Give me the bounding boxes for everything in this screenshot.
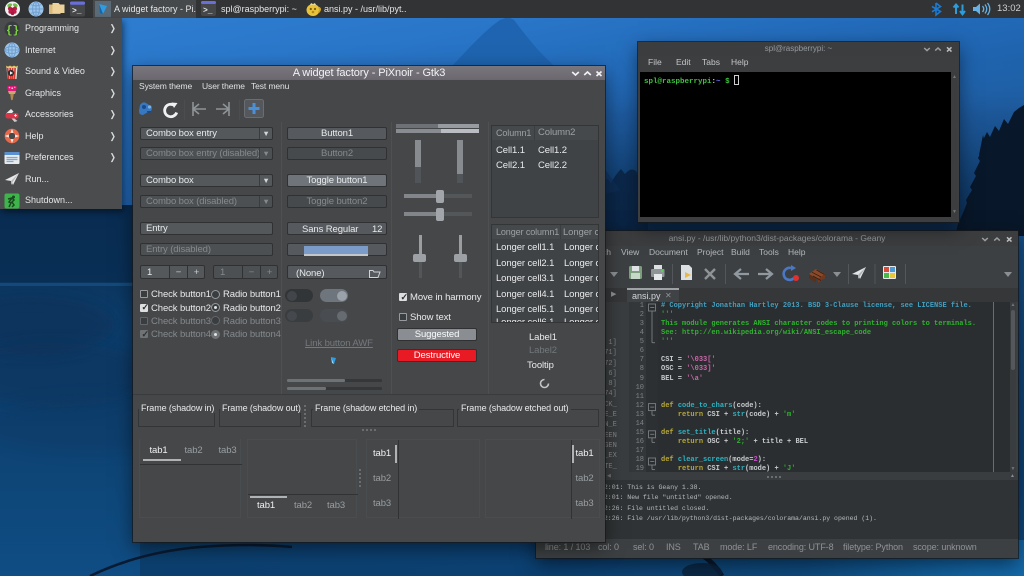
svg-text:>_: >_: [203, 7, 213, 16]
svg-text:{}: {}: [6, 25, 19, 37]
svg-text:>_: >_: [72, 7, 82, 16]
